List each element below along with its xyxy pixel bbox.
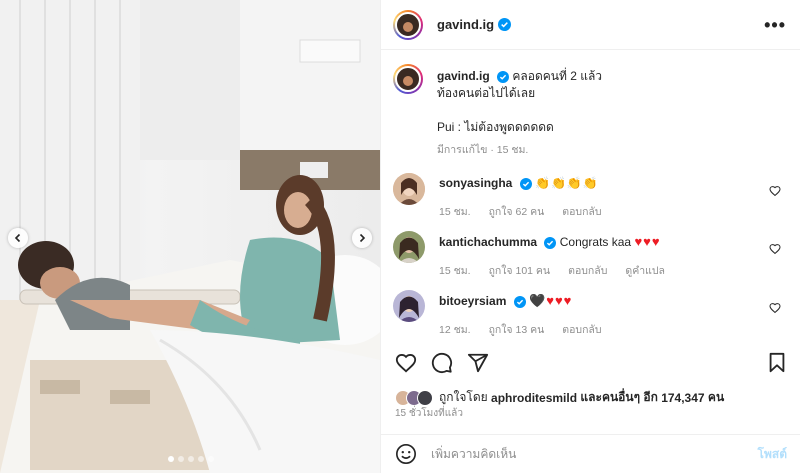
- chevron-right-icon: [359, 233, 366, 243]
- likes-count[interactable]: 174,347: [661, 391, 704, 405]
- carousel-dot: [198, 456, 204, 462]
- liked-by-prefix: ถูกใจโดย: [439, 390, 488, 404]
- post-viewer: gavind.ig ••• gavind.ig คลอดคนที่ 2 แล้ว…: [0, 0, 800, 473]
- comment-likes-count[interactable]: ถูกใจ 62 คน: [489, 204, 545, 221]
- comment-time: 15 ชม.: [439, 265, 471, 277]
- see-translation-button[interactable]: ดูคำแปล: [625, 263, 665, 280]
- reply-button[interactable]: ตอบกลับ: [568, 263, 607, 280]
- commenter-avatar[interactable]: [393, 290, 425, 322]
- comment-text: 👏👏👏👏: [535, 176, 599, 190]
- comment-item: kantichachumma Congrats kaa ♥♥♥ 15 ชม. ถ…: [393, 231, 785, 280]
- reply-button[interactable]: ตอบกลับ: [562, 204, 601, 221]
- liker-avatars[interactable]: [395, 389, 433, 406]
- verified-icon: [498, 18, 512, 31]
- carousel-dot: [188, 456, 194, 462]
- reply-button[interactable]: ตอบกลับ: [562, 322, 601, 339]
- photo-illustration: [0, 0, 380, 473]
- caption-text-line2: ท้องคนต่อไปได้เลย: [437, 86, 536, 100]
- post-time-ago[interactable]: 15 ชั่วโมงที่แล้ว: [395, 406, 463, 421]
- commenter-avatar[interactable]: [393, 231, 425, 263]
- comment-icon[interactable]: [431, 352, 453, 374]
- previous-photo-button[interactable]: [8, 228, 28, 248]
- like-comment-heart-icon[interactable]: [769, 302, 781, 314]
- caption-text-line3: Pui : ไม่ต้องพูดดดดดด: [437, 120, 554, 134]
- caption-username[interactable]: gavind.ig: [437, 69, 490, 83]
- add-comment-input[interactable]: เพิ่มความคิดเห็น: [431, 445, 516, 464]
- caption-text-line1: คลอดคนที่ 2 แล้ว: [512, 69, 603, 83]
- commenter-avatar[interactable]: [393, 173, 425, 205]
- likes-summary: ถูกใจโดย aphroditesmild และคนอื่นๆ อีก 1…: [395, 388, 724, 407]
- like-heart-icon[interactable]: [395, 352, 417, 374]
- comment-username[interactable]: bitoeyrsiam: [439, 294, 506, 308]
- verified-icon: [544, 236, 557, 249]
- post-comment-button[interactable]: โพสต์: [758, 445, 787, 464]
- verified-icon: [497, 70, 510, 83]
- carousel-dot: [178, 456, 184, 462]
- next-photo-button[interactable]: [352, 228, 372, 248]
- carousel-dot: [168, 456, 174, 462]
- caption-edited-time: มีการแก้ไข · 15 ชม.: [437, 144, 529, 156]
- comment-time: 12 ชม.: [439, 324, 471, 336]
- emoji-icon[interactable]: [395, 443, 417, 465]
- verified-icon: [519, 177, 532, 190]
- comment-likes-count[interactable]: ถูกใจ 101 คน: [489, 263, 551, 280]
- post-photo[interactable]: [0, 0, 380, 473]
- like-comment-heart-icon[interactable]: [769, 243, 781, 255]
- comment-hearts: ♥♥♥: [634, 234, 661, 249]
- bookmark-icon[interactable]: [767, 352, 787, 374]
- post-side-panel: gavind.ig ••• gavind.ig คลอดคนที่ 2 แล้ว…: [380, 0, 800, 473]
- comment-item: bitoeyrsiam 🖤♥♥♥ 12 ชม. ถูกใจ 13 คน ตอบก…: [393, 290, 785, 339]
- share-icon[interactable]: [467, 352, 489, 374]
- author-username[interactable]: gavind.ig: [437, 17, 494, 32]
- verified-icon: [513, 295, 526, 308]
- caption-avatar[interactable]: [393, 64, 423, 94]
- author-avatar[interactable]: [393, 9, 423, 40]
- comment-username[interactable]: kantichachumma: [439, 235, 537, 249]
- comment-username[interactable]: sonyasingha: [439, 176, 512, 190]
- action-bar: [381, 352, 800, 374]
- comment-likes-count[interactable]: ถูกใจ 13 คน: [489, 322, 545, 339]
- comment-time: 15 ชม.: [439, 206, 471, 218]
- like-comment-heart-icon[interactable]: [769, 185, 781, 197]
- carousel-dot: [208, 456, 214, 462]
- comment-hearts: 🖤♥♥♥: [529, 293, 573, 308]
- more-options-button[interactable]: •••: [764, 16, 786, 34]
- liked-by-suffix: คน: [707, 390, 725, 404]
- liked-by-user[interactable]: aphroditesmild: [491, 391, 577, 405]
- comment-item: sonyasingha 👏👏👏👏 15 ชม. ถูกใจ 62 คน ตอบก…: [393, 173, 785, 221]
- add-comment-bar: เพิ่มความคิดเห็น โพสต์: [381, 434, 800, 473]
- comments-list: gavind.ig คลอดคนที่ 2 แล้ว ท้องคนต่อไปได…: [381, 50, 800, 340]
- carousel-indicator: [168, 456, 214, 462]
- caption: gavind.ig คลอดคนที่ 2 แล้ว ท้องคนต่อไปได…: [393, 64, 785, 159]
- chevron-left-icon: [14, 233, 21, 243]
- liked-by-middle[interactable]: และคนอื่นๆ อีก: [580, 388, 657, 407]
- comment-text: Congrats kaa: [559, 235, 632, 249]
- post-header: gavind.ig •••: [381, 0, 800, 50]
